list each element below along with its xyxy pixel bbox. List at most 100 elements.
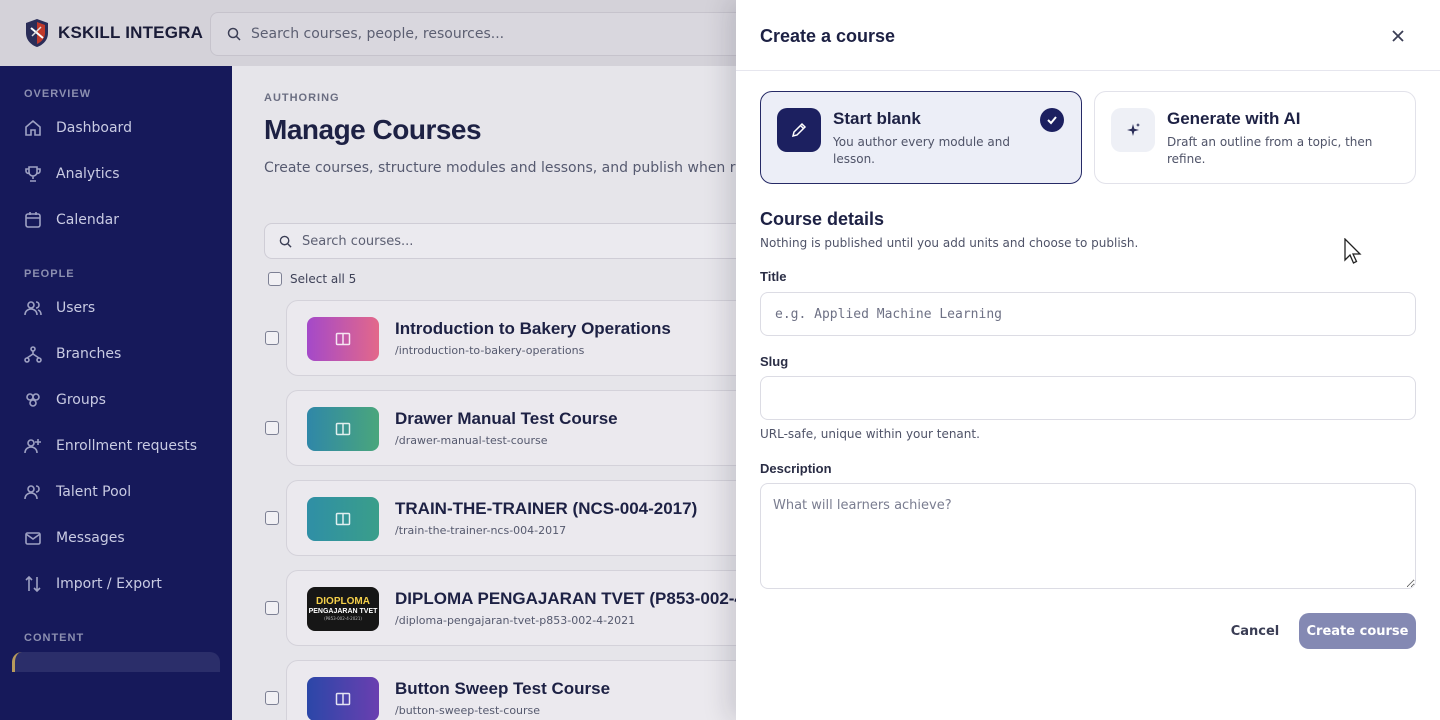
course-slug: /train-the-trainer-ncs-004-2017 — [395, 524, 567, 537]
mail-icon — [25, 532, 41, 545]
sidebar-item-branches[interactable]: Branches — [24, 339, 121, 369]
calendar-icon — [25, 212, 41, 228]
description-textarea[interactable] — [760, 483, 1416, 589]
thumb-text: DIOPLOMA — [316, 595, 370, 607]
sidebar-item-label: Talent Pool — [56, 484, 132, 500]
sidebar-item-messages[interactable]: Messages — [24, 523, 125, 553]
sidebar-item-active[interactable] — [12, 652, 220, 672]
course-search-input[interactable] — [302, 233, 702, 249]
mode-description: You author every module and lesson. — [833, 135, 1010, 166]
course-thumbnail — [307, 407, 379, 451]
thumb-text: PENGAJARAN TVET — [308, 607, 378, 615]
section-subtitle: Nothing is published until you add units… — [760, 236, 1139, 250]
selected-check — [1040, 108, 1064, 132]
course-card[interactable]: DIOPLOMA PENGAJARAN TVET (P853-002-4-202… — [286, 570, 736, 646]
user-plus-icon — [24, 439, 41, 454]
drawer-header: Create a course — [736, 0, 1440, 71]
course-card[interactable]: Introduction to Bakery Operations /intro… — [286, 300, 736, 376]
select-all-checkbox[interactable] — [268, 272, 282, 286]
close-icon — [1392, 30, 1404, 42]
sidebar-item-import-export[interactable]: Import / Export — [24, 569, 162, 599]
trophy-icon — [25, 166, 41, 182]
section-label-overview: OVERVIEW — [24, 88, 92, 100]
home-icon — [25, 119, 41, 136]
course-title[interactable]: Introduction to Bakery Operations — [395, 319, 671, 339]
create-course-drawer: Create a course Start blank You author e… — [736, 0, 1440, 720]
talent-icon — [24, 485, 40, 500]
mode-title: Generate with AI — [1167, 109, 1301, 128]
drawer-title: Create a course — [760, 26, 896, 46]
sidebar-item-label: Users — [56, 300, 96, 316]
mouse-cursor-icon — [1344, 238, 1362, 264]
book-icon — [335, 692, 351, 706]
select-all-label: Select all 5 — [290, 272, 357, 286]
mode-title: Start blank — [833, 109, 921, 128]
sidebar-item-label: Calendar — [56, 212, 119, 228]
sidebar-item-enrollment-requests[interactable]: Enrollment requests — [24, 431, 197, 461]
course-card[interactable]: Drawer Manual Test Course /drawer-manual… — [286, 390, 736, 466]
pencil-icon — [791, 122, 807, 138]
brand-name: KSKILL INTEGRA — [58, 23, 204, 42]
sidebar-item-dashboard[interactable]: Dashboard — [24, 113, 132, 143]
row-checkbox[interactable] — [265, 601, 279, 615]
row-checkbox[interactable] — [265, 511, 279, 525]
description-label: Description — [760, 461, 832, 476]
sidebar: OVERVIEW Dashboard Analytics Calendar PE… — [0, 66, 232, 720]
mode-generate-ai[interactable]: Generate with AI Draft an outline from a… — [1094, 91, 1416, 184]
mode-start-blank[interactable]: Start blank You author every module and … — [760, 91, 1082, 184]
create-course-button[interactable]: Create course — [1299, 613, 1416, 649]
sidebar-item-groups[interactable]: Groups — [24, 385, 106, 415]
row-checkbox[interactable] — [265, 421, 279, 435]
book-icon — [335, 512, 351, 526]
course-title[interactable]: DIPLOMA PENGAJARAN TVET (P853-002-4 — [395, 589, 736, 609]
global-search[interactable] — [210, 12, 770, 56]
course-thumbnail — [307, 677, 379, 720]
global-search-input[interactable] — [251, 26, 731, 42]
sidebar-item-label: Enrollment requests — [56, 438, 198, 454]
mode-icon — [777, 108, 821, 152]
mode-description: Draft an outline from a topic, then refi… — [1167, 135, 1373, 166]
sidebar-item-label: Analytics — [56, 166, 120, 182]
course-slug: /introduction-to-bakery-operations — [395, 344, 585, 357]
select-all[interactable]: Select all 5 — [268, 272, 356, 286]
course-title[interactable]: Button Sweep Test Course — [395, 679, 610, 699]
close-button[interactable] — [1386, 24, 1410, 48]
title-label: Title — [760, 269, 787, 284]
title-input[interactable] — [760, 292, 1416, 336]
row-checkbox[interactable] — [265, 331, 279, 345]
sidebar-item-calendar[interactable]: Calendar — [24, 205, 119, 235]
search-icon — [279, 235, 292, 248]
section-title: Course details — [760, 209, 885, 229]
slug-hint: URL-safe, unique within your tenant. — [760, 427, 980, 441]
book-icon — [335, 422, 351, 436]
section-label-people: PEOPLE — [24, 268, 75, 280]
groups-icon — [26, 393, 40, 407]
book-icon — [335, 332, 351, 346]
sidebar-item-analytics[interactable]: Analytics — [24, 159, 120, 189]
course-card[interactable]: TRAIN-THE-TRAINER (NCS-004-2017) /train-… — [286, 480, 736, 556]
row-checkbox[interactable] — [265, 691, 279, 705]
sparkle-icon — [1127, 123, 1140, 136]
mode-icon — [1111, 108, 1155, 152]
course-title[interactable]: Drawer Manual Test Course — [395, 409, 618, 429]
course-slug: /drawer-manual-test-course — [395, 434, 548, 447]
course-title[interactable]: TRAIN-THE-TRAINER (NCS-004-2017) — [395, 499, 697, 519]
sidebar-item-label: Dashboard — [56, 120, 132, 136]
brand-logo[interactable]: KSKILL INTEGRA — [24, 18, 203, 48]
course-card[interactable]: Button Sweep Test Course /button-sweep-t… — [286, 660, 736, 720]
course-thumbnail — [307, 317, 379, 361]
sidebar-item-talent-pool[interactable]: Talent Pool — [24, 477, 131, 507]
cancel-button[interactable]: Cancel — [1220, 613, 1290, 649]
sidebar-item-label: Groups — [56, 392, 106, 408]
search-icon — [227, 27, 241, 41]
slug-label: Slug — [760, 354, 789, 369]
course-thumbnail — [307, 497, 379, 541]
sidebar-item-label: Branches — [56, 346, 122, 362]
import-export-icon — [25, 575, 41, 593]
branches-icon — [24, 346, 42, 363]
course-search[interactable] — [264, 223, 736, 259]
shield-logo-icon — [26, 19, 48, 47]
slug-input[interactable] — [760, 376, 1416, 420]
sidebar-item-users[interactable]: Users — [24, 293, 95, 323]
users-icon — [24, 301, 42, 316]
